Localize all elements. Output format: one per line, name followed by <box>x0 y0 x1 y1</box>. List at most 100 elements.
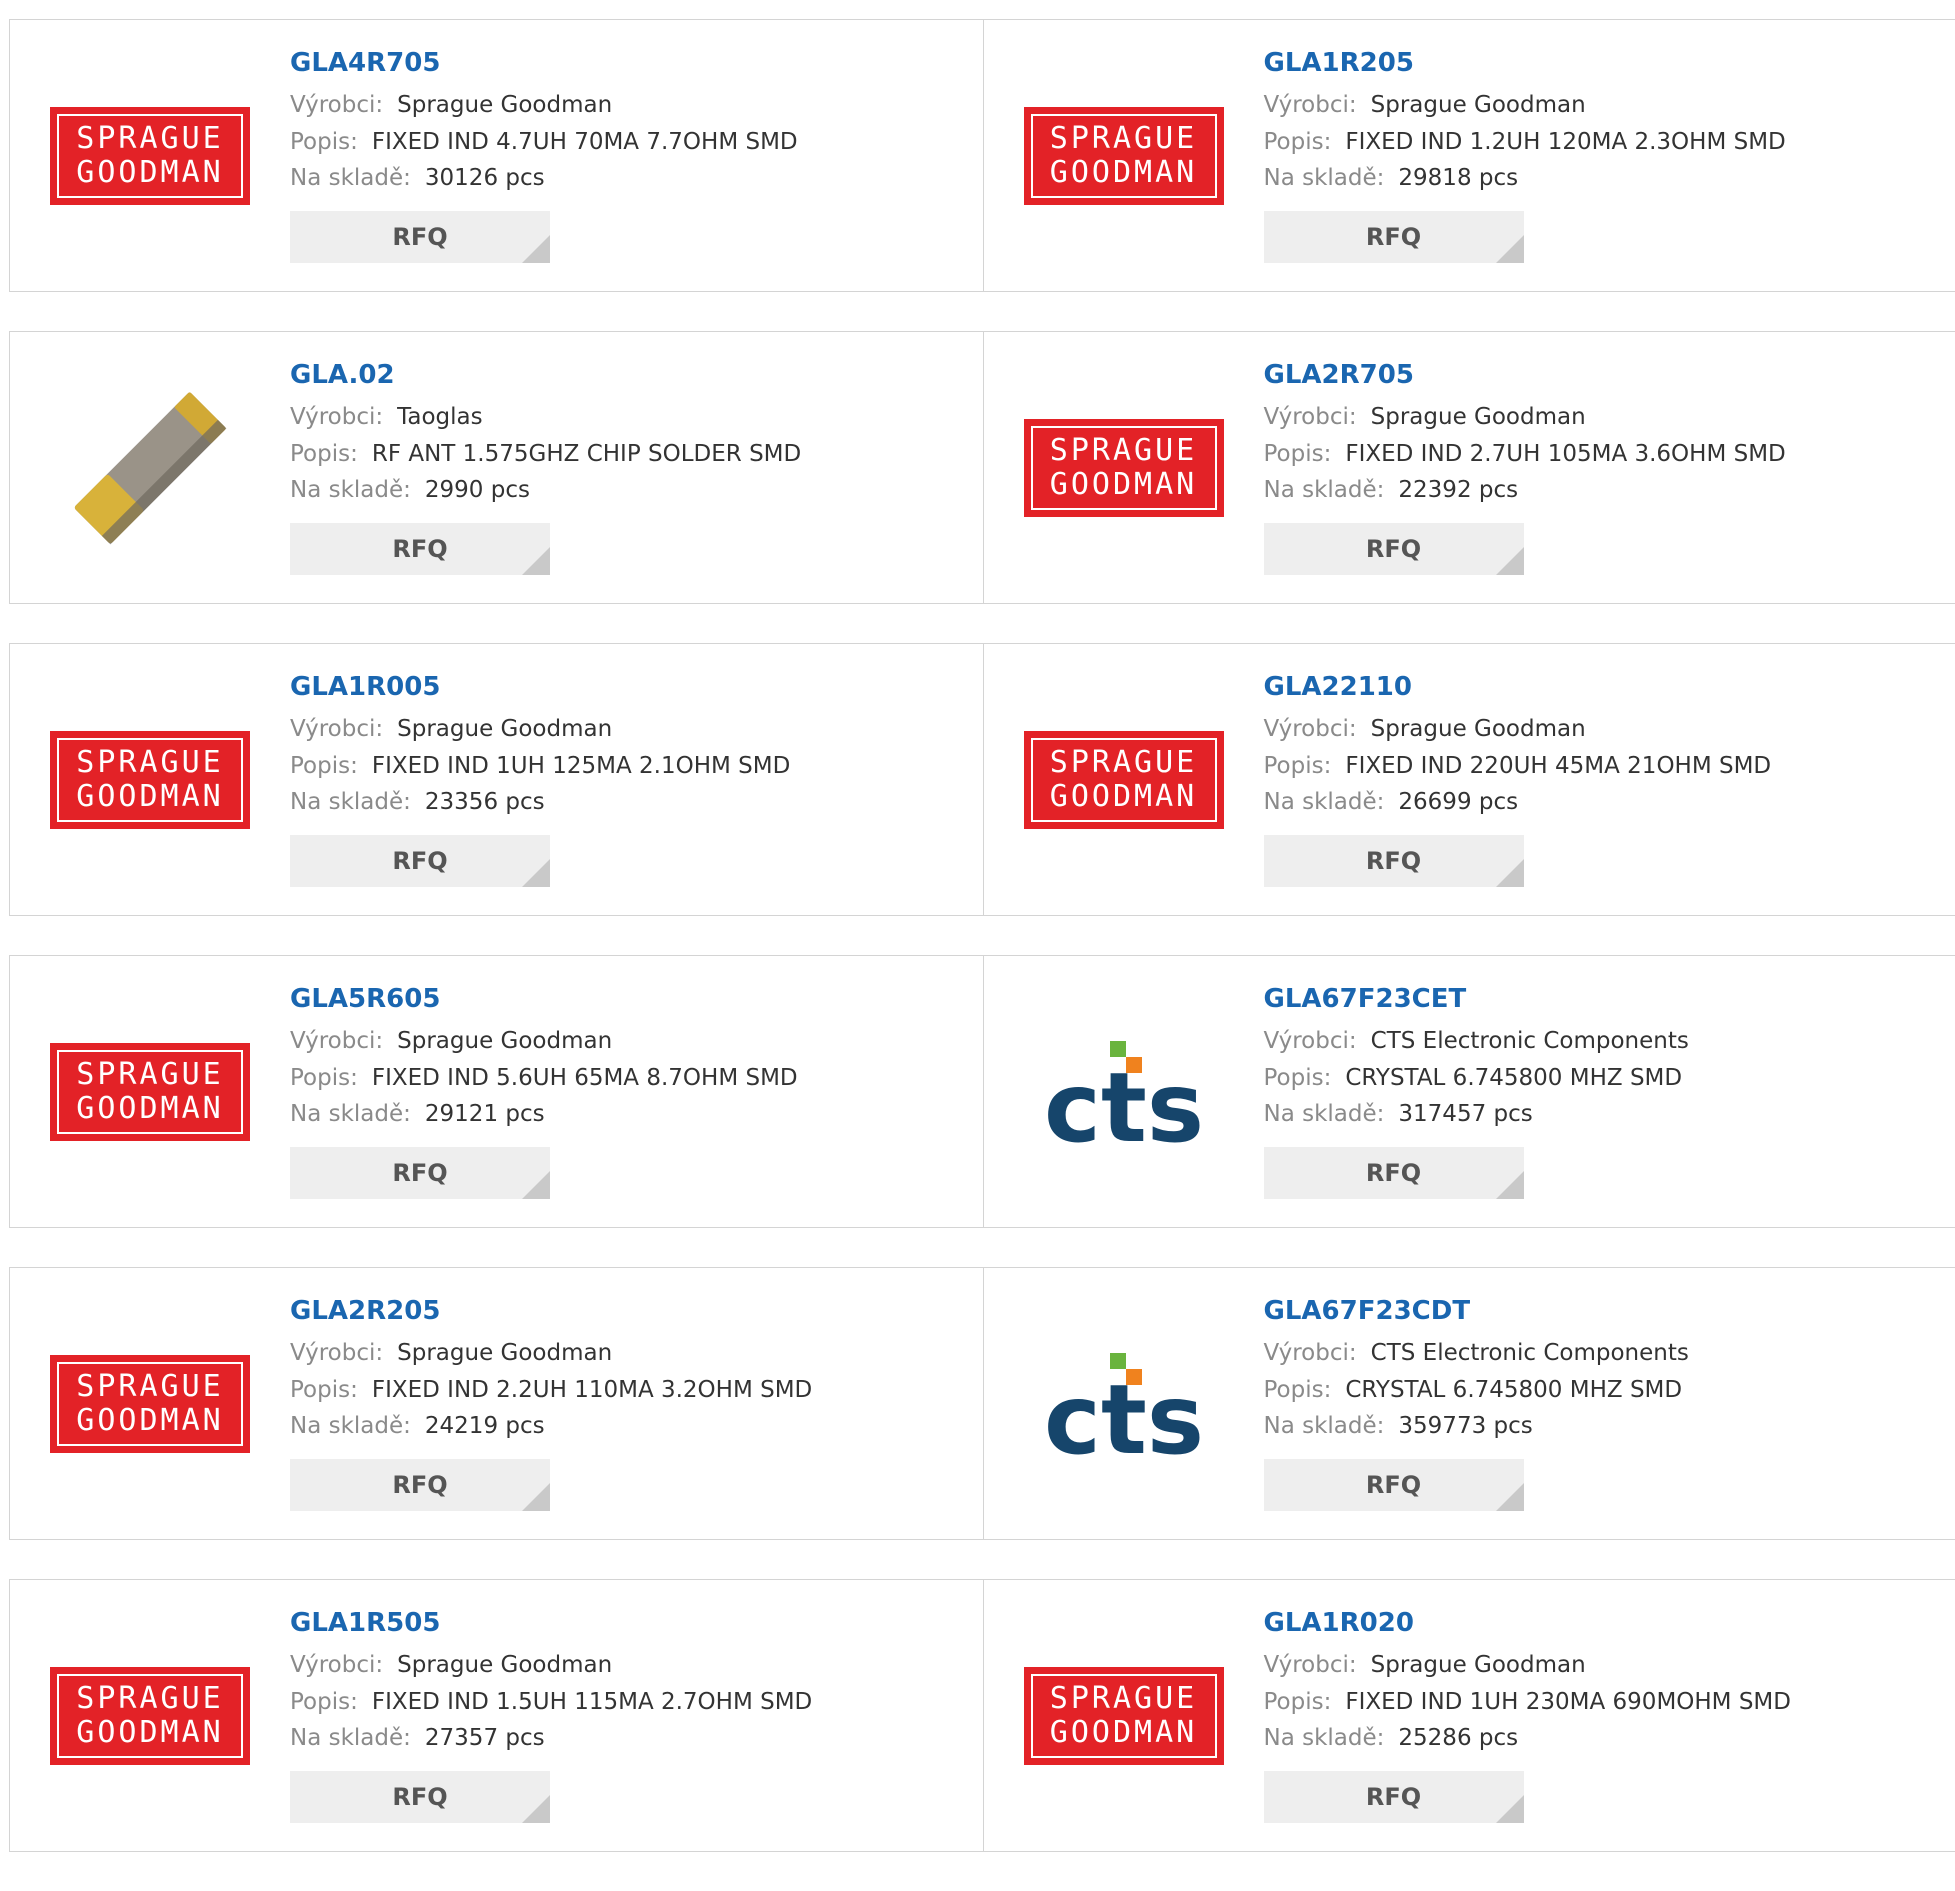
corner-triangle-icon <box>1496 1171 1524 1199</box>
description-line: Popis:FIXED IND 1.5UH 115MA 2.7OHM SMD <box>290 1684 812 1721</box>
manufacturer-logo[interactable]: SPRAGUEGOODMAN <box>1024 20 1224 291</box>
manufacturer-label: Výrobci: <box>290 404 383 430</box>
manufacturer-logo[interactable]: SPRAGUEGOODMAN <box>50 956 250 1227</box>
product-card: SPRAGUEGOODMANGLA4R705Výrobci:Sprague Go… <box>10 20 983 291</box>
description-line: Popis:FIXED IND 5.6UH 65MA 8.7OHM SMD <box>290 1060 798 1097</box>
manufacturer-line: Výrobci: Sprague Goodman <box>1264 1647 1792 1684</box>
part-number-link[interactable]: GLA2R705 <box>1264 359 1786 399</box>
stock-label: Na skladě: <box>290 1413 411 1439</box>
manufacturer-line: Výrobci:Sprague Goodman <box>290 711 790 748</box>
logo-text-line1: SPRAGUE <box>1050 434 1197 468</box>
sprague-goodman-logo: SPRAGUEGOODMAN <box>50 107 250 205</box>
manufacturer-logo[interactable]: cts <box>1024 1268 1224 1539</box>
product-row: SPRAGUEGOODMAN GLA1R505 Výrobci: Sprague Go… <box>9 1579 1955 1852</box>
description-line: Popis:CRYSTAL 6.745800 MHZ SMD <box>1264 1060 1689 1097</box>
corner-triangle-icon <box>1496 1483 1524 1511</box>
chip-antenna-image <box>50 368 250 568</box>
part-number-link[interactable]: GLA1R005 <box>290 671 790 711</box>
product-card: SPRAGUEGOODMANGLA1R205Výrobci:Sprague Go… <box>983 20 1955 291</box>
manufacturer-logo[interactable] <box>50 332 250 603</box>
manufacturer-label: Výrobci: <box>290 1340 383 1366</box>
product-card: SPRAGUEGOODMAN GLA22110Výrobci:Sprague Go… <box>983 644 1955 915</box>
description-line: Popis:FIXED IND 1UH 230MA 690MOHM SMD <box>1264 1684 1792 1721</box>
manufacturer-value: Sprague Goodman <box>397 1340 612 1366</box>
description-label: Popis: <box>290 441 358 467</box>
part-number-link[interactable]: GLA1R020 <box>1264 1607 1792 1647</box>
sprague-goodman-logo: SPRAGUEGOODMAN <box>1024 731 1224 829</box>
logo-text-line1: SPRAGUE <box>1050 122 1197 156</box>
description-value: FIXED IND 2.7UH 105MA 3.6OHM SMD <box>1345 441 1785 467</box>
manufacturer-logo[interactable]: SPRAGUEGOODMAN <box>50 1268 250 1539</box>
description-label: Popis: <box>1264 129 1332 155</box>
stock-label: Na skladě: <box>1264 477 1385 503</box>
stock-value: 26699 pcs <box>1398 789 1518 815</box>
logo-text-line2: GOODMAN <box>1050 780 1197 814</box>
part-number-link[interactable]: GLA1R205 <box>1264 47 1786 87</box>
rfq-button[interactable]: RFQ <box>1264 1147 1524 1199</box>
stock-line: Na skladě:24219 pcs <box>290 1408 812 1445</box>
manufacturer-value: Sprague Goodman <box>1371 1652 1586 1678</box>
rfq-button[interactable]: RFQ <box>290 1459 550 1511</box>
description-line: Popis:RF ANT 1.575GHZ CHIP SOLDER SMD <box>290 436 801 473</box>
part-number-link[interactable]: GLA1R505 <box>290 1607 812 1647</box>
part-number-link[interactable]: GLA67F23CET <box>1264 983 1689 1023</box>
description-label: Popis: <box>1264 1065 1332 1091</box>
part-number-link[interactable]: GLA4R705 <box>290 47 798 87</box>
manufacturer-label: Výrobci: <box>1264 92 1357 118</box>
description-line: Popis:FIXED IND 2.2UH 110MA 3.2OHM SMD <box>290 1372 812 1409</box>
logo-text-line1: SPRAGUE <box>76 122 223 156</box>
rfq-label: RFQ <box>1366 223 1421 251</box>
sprague-goodman-logo: SPRAGUEGOODMAN <box>50 1043 250 1141</box>
part-number-link[interactable]: GLA.02 <box>290 359 801 399</box>
rfq-button[interactable]: RFQ <box>290 1771 550 1823</box>
manufacturer-logo[interactable]: SPRAGUEGOODMAN <box>50 644 250 915</box>
description-label: Popis: <box>1264 1377 1332 1403</box>
rfq-label: RFQ <box>392 223 447 251</box>
stock-line: Na skladě:23356 pcs <box>290 784 790 821</box>
product-card: SPRAGUEGOODMANGLA1R505Výrobci:Sprague Go… <box>10 1580 983 1851</box>
rfq-button[interactable]: RFQ <box>1264 1771 1524 1823</box>
rfq-button[interactable]: RFQ <box>290 211 550 263</box>
rfq-button[interactable]: RFQ <box>1264 523 1524 575</box>
logo-text-line2: GOODMAN <box>1050 468 1197 502</box>
description-line: Popis:FIXED IND 2.7UH 105MA 3.6OHM SMD <box>1264 436 1786 473</box>
manufacturer-logo[interactable]: SPRAGUEGOODMAN <box>1024 644 1224 915</box>
rfq-button[interactable]: RFQ <box>1264 211 1524 263</box>
manufacturer-label: Výrobci: <box>1264 1652 1357 1678</box>
rfq-button[interactable]: RFQ <box>290 835 550 887</box>
stock-value: 2990 pcs <box>425 477 530 503</box>
manufacturer-value: Taoglas <box>397 404 482 430</box>
manufacturer-logo[interactable]: cts <box>1024 956 1224 1227</box>
sprague-goodman-logo: SPRAGUEGOODMAN <box>1024 1667 1224 1765</box>
rfq-button[interactable]: RFQ <box>290 1147 550 1199</box>
rfq-button[interactable]: RFQ <box>1264 1459 1524 1511</box>
manufacturer-logo[interactable]: SPRAGUEGOODMAN <box>1024 1580 1224 1851</box>
manufacturer-line: Výrobci:Sprague Goodman <box>290 1023 798 1060</box>
cts-logo-text: cts <box>1044 1052 1204 1147</box>
description-value: FIXED IND 1UH 125MA 2.1OHM SMD <box>372 753 790 779</box>
part-number-link[interactable]: GLA22110 <box>1264 671 1772 711</box>
corner-triangle-icon <box>1496 1795 1524 1823</box>
manufacturer-logo[interactable]: SPRAGUEGOODMAN <box>1024 332 1224 603</box>
part-number-link[interactable]: GLA2R205 <box>290 1295 812 1335</box>
rfq-label: RFQ <box>392 1783 447 1811</box>
manufacturer-label: Výrobci: <box>1264 1340 1357 1366</box>
manufacturer-value: Sprague Goodman <box>397 1652 612 1678</box>
manufacturer-value: Sprague Goodman <box>397 1028 612 1054</box>
manufacturer-line: Výrobci:CTS Electronic Components <box>1264 1023 1689 1060</box>
stock-value: 359773 pcs <box>1398 1413 1532 1439</box>
corner-triangle-icon <box>522 547 550 575</box>
manufacturer-logo[interactable]: SPRAGUEGOODMAN <box>50 20 250 291</box>
rfq-button[interactable]: RFQ <box>1264 835 1524 887</box>
part-number-link[interactable]: GLA5R605 <box>290 983 798 1023</box>
manufacturer-label: Výrobci: <box>1264 404 1357 430</box>
corner-triangle-icon <box>522 235 550 263</box>
logo-text-line2: GOODMAN <box>1050 1716 1197 1750</box>
corner-triangle-icon <box>1496 859 1524 887</box>
manufacturer-line: Výrobci:Sprague Goodman <box>1264 711 1772 748</box>
rfq-label: RFQ <box>1366 1159 1421 1187</box>
rfq-button[interactable]: RFQ <box>290 523 550 575</box>
part-number-link[interactable]: GLA67F23CDT <box>1264 1295 1689 1335</box>
product-card: SPRAGUEGOODMAN GLA1R005Výrobci:Sprague Go… <box>10 644 983 915</box>
manufacturer-logo[interactable]: SPRAGUEGOODMAN <box>50 1580 250 1851</box>
